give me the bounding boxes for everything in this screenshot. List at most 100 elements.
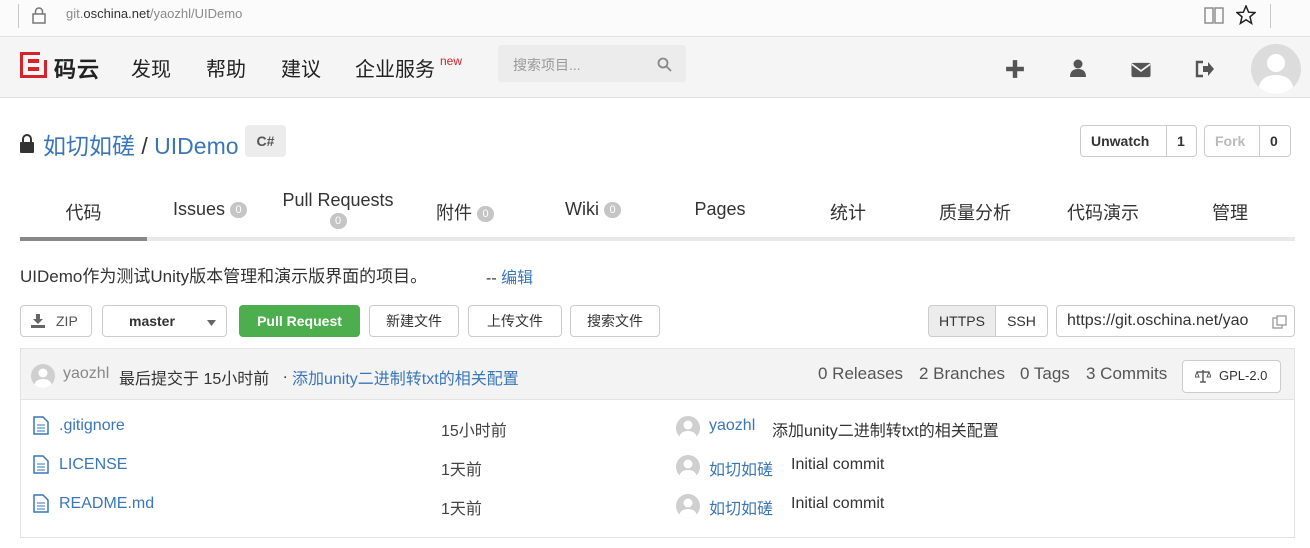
attachments-count: 0 [477,206,494,223]
avatar-placeholder-icon [1258,54,1294,94]
search-file-button[interactable]: 搜索文件 [570,305,660,337]
commits-link[interactable]: 3 Commits [1086,364,1167,384]
nav-enterprise[interactable]: 企业服务 [355,53,435,82]
logo-text[interactable]: 码云 [54,52,100,84]
avatar-placeholder-icon [34,368,52,388]
edit-description: -- 编辑 [486,270,534,287]
unwatch-button[interactable]: Unwatch [1081,126,1167,156]
file-time: 15小时前 [441,423,507,440]
pull-requests-count: 0 [329,213,347,230]
plus-icon[interactable] [1005,59,1025,79]
tab-quality[interactable]: 质量分析 [920,199,1030,225]
ssh-toggle[interactable]: SSH [995,305,1048,337]
tab-wiki[interactable]: Wiki 0 [540,199,646,220]
releases-link[interactable]: 0 Releases [818,364,903,384]
lock-icon [32,7,46,24]
https-toggle[interactable]: HTTPS [928,305,996,337]
browser-address-bar: git.oschina.net/yaozhl/UIDemo [0,0,1310,37]
active-tab-indicator [20,237,147,241]
file-commit-message[interactable]: Initial commit [791,495,884,513]
repo-description: UIDemo作为测试Unity版本管理和演示版界面的项目。 [20,267,428,286]
file-commit-message[interactable]: Initial commit [791,456,884,474]
search-icon[interactable] [657,57,672,72]
upload-file-button[interactable]: 上传文件 [468,305,562,337]
watch-button-group: Unwatch 1 [1080,125,1197,157]
file-author-avatar[interactable] [676,494,700,518]
tab-admin[interactable]: 管理 [1175,199,1285,225]
repo-title: 如切如磋 / UIDemo [43,127,239,161]
fork-button[interactable]: Fork [1205,126,1260,156]
latest-commit-bar: yaozhl 最后提交于 15小时前 . 添加unity二进制转txt的相关配置… [20,348,1295,400]
download-icon [31,314,45,328]
caret-down-icon [207,320,216,326]
favorite-star-icon[interactable] [1236,5,1256,25]
repo-name-link[interactable]: UIDemo [154,133,238,159]
avatar-placeholder-icon [679,420,697,440]
commit-message-link[interactable]: 添加unity二进制转txt的相关配置 [292,365,519,389]
file-time: 1天前 [441,462,482,479]
private-lock-icon [20,134,34,153]
logo-icon[interactable] [20,52,47,78]
file-icon [33,494,49,513]
pull-request-button[interactable]: Pull Request [239,305,360,337]
fork-count[interactable]: 0 [1260,126,1288,156]
watch-count[interactable]: 1 [1167,126,1195,156]
tab-attachments[interactable]: 附件 0 [412,199,518,225]
avatar-placeholder-icon [679,498,697,518]
file-icon [33,455,49,474]
issues-count: 0 [230,202,248,219]
license-button[interactable]: GPL-2.0 [1182,360,1281,393]
user-icon[interactable] [1068,58,1088,78]
file-author-link[interactable]: 如切如磋 [709,456,773,480]
file-author-avatar[interactable] [676,416,700,440]
commit-author[interactable]: yaozhl [63,365,109,383]
tab-code[interactable]: 代码 [20,199,147,225]
file-name-link[interactable]: LICENSE [59,456,127,474]
nav-suggest[interactable]: 建议 [281,53,321,82]
new-file-button[interactable]: 新建文件 [369,305,459,337]
nav-discover[interactable]: 发现 [131,53,171,82]
sign-out-icon[interactable] [1195,59,1215,79]
copy-icon[interactable] [1272,315,1287,329]
tab-pages[interactable]: Pages [665,199,775,220]
url-field[interactable]: git.oschina.net/yaozhl/UIDemo [66,6,242,21]
mail-icon[interactable] [1131,60,1151,80]
search-input[interactable]: 搜索项目... [498,45,686,82]
commit-dot: . [283,365,288,382]
tags-link[interactable]: 0 Tags [1020,364,1070,384]
edit-link[interactable]: 编辑 [501,270,533,287]
divider [18,4,19,28]
fork-button-group: Fork 0 [1204,125,1291,157]
file-commit-message[interactable]: 添加unity二进制转txt的相关配置 [772,417,999,441]
tab-demo[interactable]: 代码演示 [1048,199,1158,225]
file-icon [33,416,49,435]
branch-select[interactable]: master [102,305,227,337]
tabs-underline [20,237,1295,241]
tab-pull-requests[interactable]: Pull Requests 0 [270,190,406,230]
file-time: 1天前 [441,501,482,518]
file-author-link[interactable]: yaozhl [709,417,755,435]
scale-icon [1195,370,1211,383]
site-header: 码云 发现 帮助 建议 企业服务 new 搜索项目... [0,37,1310,98]
user-avatar[interactable] [1251,44,1301,94]
language-badge: C# [245,125,286,157]
wiki-count: 0 [604,202,621,219]
file-author-link[interactable]: 如切如磋 [709,495,773,519]
clone-url-input[interactable]: https://git.oschina.net/yao [1056,305,1295,337]
reading-view-icon[interactable] [1204,7,1224,24]
tab-stats[interactable]: 统计 [793,199,903,225]
file-author-avatar[interactable] [676,455,700,479]
avatar-placeholder-icon [679,459,697,479]
new-badge: new [440,54,463,68]
repo-owner-link[interactable]: 如切如磋 [43,133,135,159]
branches-link[interactable]: 2 Branches [919,364,1005,384]
search-placeholder: 搜索项目... [513,57,581,73]
commit-time: 最后提交于 15小时前 [119,371,270,388]
file-name-link[interactable]: README.md [59,495,154,513]
commit-author-avatar[interactable] [31,364,55,388]
tab-issues[interactable]: Issues 0 [155,199,265,220]
zip-download-button[interactable]: ZIP [20,305,92,337]
file-name-link[interactable]: .gitignore [59,417,125,435]
nav-help[interactable]: 帮助 [206,53,246,82]
divider [1270,4,1271,28]
